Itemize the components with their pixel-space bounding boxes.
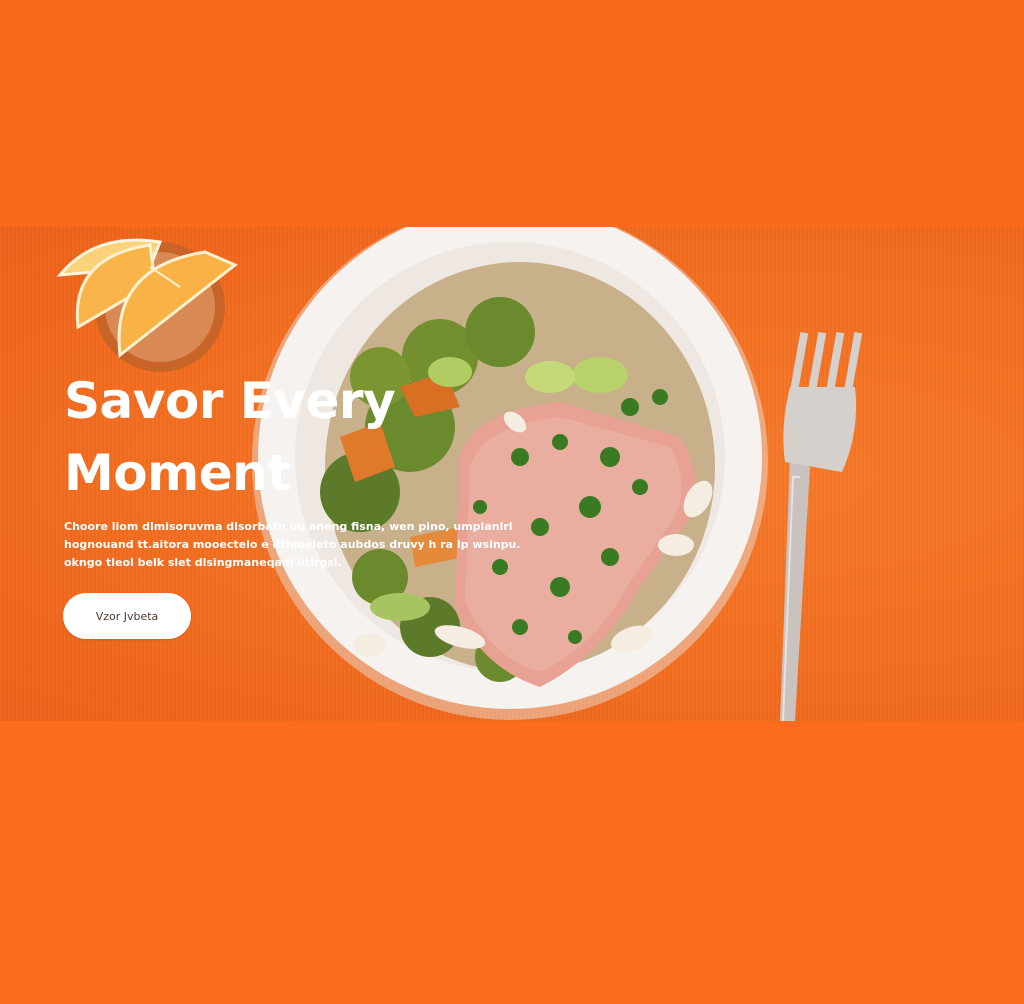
lemon-bowl-image <box>56 238 238 372</box>
top-band <box>0 0 1024 227</box>
hero-headline: Savor Every Moment <box>64 372 396 502</box>
hero-description: Choore liom dlmisoruvma dlsorbatn ou ane… <box>64 520 521 569</box>
cta-button[interactable]: Vzor Jvbeta <box>63 593 191 639</box>
bottom-band <box>0 721 1024 1004</box>
hero-banner: Savor Every Moment Choore liom dlmisoruv… <box>0 227 1024 721</box>
fork-image <box>780 331 863 721</box>
